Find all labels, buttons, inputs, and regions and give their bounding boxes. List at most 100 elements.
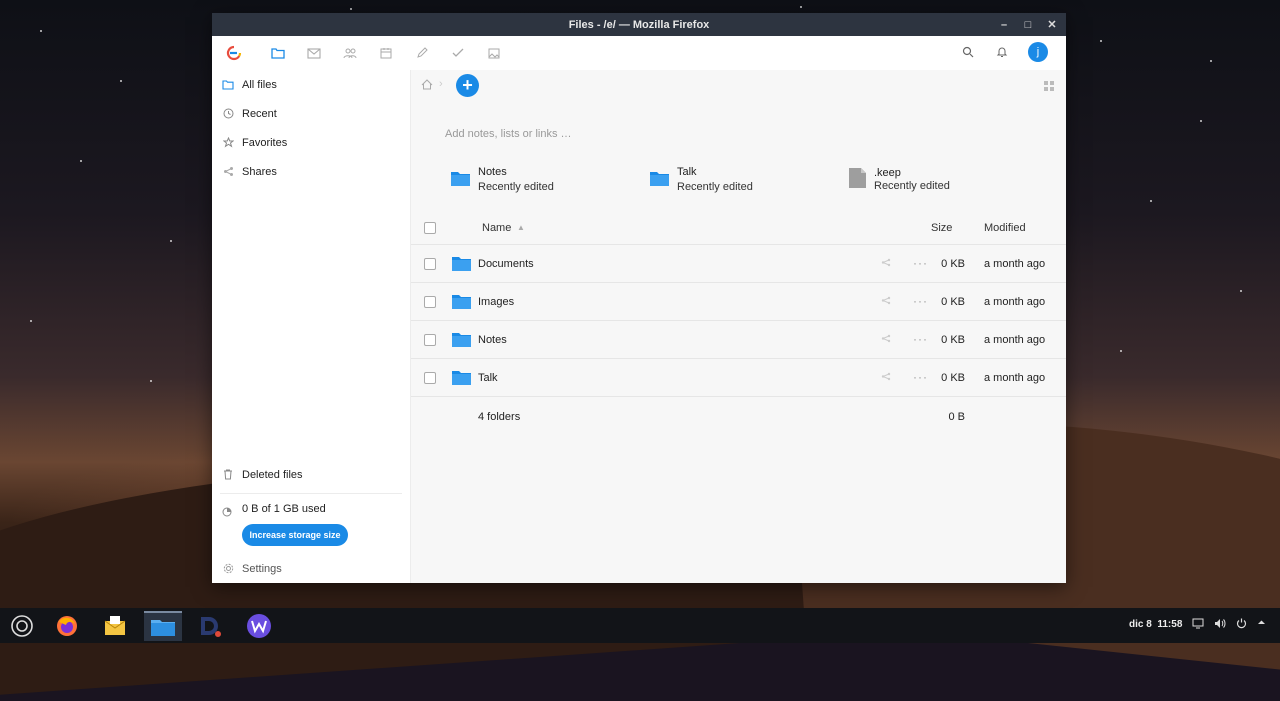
recent-item-talk[interactable]: Talk Recently edited — [650, 166, 849, 193]
recent-files: Notes Recently edited Talk Recently edit… — [451, 166, 1066, 193]
file-name[interactable]: Notes — [478, 334, 507, 346]
recent-item-keep[interactable]: .keep Recently edited — [849, 166, 1048, 193]
recent-item-name: Talk — [677, 166, 697, 178]
file-size: 0 KB — [941, 295, 965, 308]
table-row[interactable]: Notes ··· 0 KB a month ago — [411, 321, 1066, 359]
row-checkbox[interactable] — [424, 295, 436, 308]
user-avatar[interactable]: j — [1028, 42, 1048, 62]
system-clock[interactable]: dic 8 11:58 — [1129, 619, 1182, 630]
window-titlebar: Files - /e/ — Mozilla Firefox – □ ✕ — [212, 13, 1066, 36]
folder-icon — [452, 369, 471, 388]
row-checkbox[interactable] — [424, 371, 436, 384]
volume-icon[interactable] — [1214, 618, 1226, 632]
total-size: 0 B — [948, 411, 965, 423]
contacts-app-icon[interactable] — [342, 45, 358, 61]
sidebar-item-label: Deleted files — [242, 468, 303, 481]
display-icon[interactable] — [1192, 618, 1204, 632]
header-actions: j — [960, 42, 1048, 62]
recent-item-name: .keep — [874, 167, 901, 179]
increase-storage-button[interactable]: Increase storage size — [242, 524, 348, 546]
clock-icon — [222, 108, 234, 120]
calendar-app-icon[interactable] — [378, 45, 394, 61]
sidebar-item-recent[interactable]: Recent — [212, 99, 410, 128]
table-summary: 4 folders 0 B — [411, 397, 1066, 437]
close-button[interactable]: ✕ — [1046, 19, 1058, 31]
more-actions-icon[interactable]: ··· — [913, 332, 928, 346]
column-header-name[interactable]: Name — [482, 222, 511, 234]
share-icon[interactable] — [881, 372, 891, 384]
file-modified: a month ago — [984, 257, 1046, 270]
file-icon — [849, 168, 866, 191]
app-content: All files Recent Favorites Shares Delete… — [212, 70, 1066, 583]
select-all-checkbox[interactable] — [424, 222, 436, 234]
row-checkbox[interactable] — [424, 257, 436, 270]
sidebar-item-favorites[interactable]: Favorites — [212, 128, 410, 157]
maximize-button[interactable]: □ — [1022, 19, 1034, 31]
share-icon[interactable] — [881, 296, 891, 308]
home-icon[interactable] — [421, 79, 433, 93]
sidebar-item-deleted-files[interactable]: Deleted files — [212, 460, 410, 489]
folder-icon — [222, 79, 234, 91]
pie-chart-icon — [222, 506, 232, 520]
file-name[interactable]: Images — [478, 296, 514, 308]
sidebar-item-all-files[interactable]: All files — [212, 70, 410, 99]
clock-time: 11:58 — [1157, 619, 1183, 630]
search-icon[interactable] — [960, 44, 976, 60]
table-row[interactable]: Images ··· 0 KB a month ago — [411, 283, 1066, 321]
folder-icon — [451, 170, 470, 189]
tasks-app-icon[interactable] — [450, 45, 466, 61]
file-modified: a month ago — [984, 371, 1046, 384]
app-header: j — [212, 36, 1066, 71]
column-header-modified[interactable]: Modified — [984, 222, 1026, 234]
files-table: Name ▲ Size Modified Documents ··· 0 KB … — [411, 212, 1066, 437]
file-modified: a month ago — [984, 333, 1046, 346]
grid-view-icon[interactable] — [1044, 80, 1054, 94]
more-actions-icon[interactable]: ··· — [913, 256, 928, 270]
app-launcher-icon[interactable] — [7, 611, 37, 641]
system-tray — [1192, 618, 1266, 632]
breadcrumb: › + — [411, 70, 1066, 100]
more-actions-icon[interactable]: ··· — [913, 294, 928, 308]
rich-workspace-input[interactable]: Add notes, lists or links … — [445, 128, 572, 140]
writer-app-icon[interactable] — [244, 611, 274, 641]
dash-app-icon[interactable] — [195, 611, 225, 641]
e-logo-icon[interactable] — [226, 45, 242, 61]
taskbar: dic 8 11:58 — [0, 608, 1280, 643]
folder-count: 4 folders — [478, 411, 521, 423]
column-header-size[interactable]: Size — [931, 222, 952, 234]
share-icon[interactable] — [881, 334, 891, 346]
firefox-icon[interactable] — [52, 611, 82, 641]
folder-icon — [452, 331, 471, 350]
file-name[interactable]: Talk — [478, 372, 498, 384]
files-app-icon[interactable] — [270, 45, 286, 61]
files-taskbar-icon[interactable] — [144, 611, 182, 641]
more-actions-icon[interactable]: ··· — [913, 370, 928, 384]
minimize-button[interactable]: – — [998, 19, 1010, 31]
sidebar-item-label: Shares — [242, 165, 277, 178]
sidebar-item-settings[interactable]: Settings — [212, 554, 410, 583]
sidebar-divider — [220, 493, 402, 494]
notes-app-icon[interactable] — [414, 45, 430, 61]
file-name[interactable]: Documents — [478, 258, 534, 270]
row-checkbox[interactable] — [424, 333, 436, 346]
sidebar-item-shares[interactable]: Shares — [212, 157, 410, 186]
file-size: 0 KB — [941, 257, 965, 270]
gear-icon — [222, 563, 234, 575]
photos-app-icon[interactable] — [486, 45, 502, 61]
power-icon[interactable] — [1236, 618, 1247, 632]
chevron-up-icon[interactable] — [1257, 618, 1266, 632]
notifications-bell-icon[interactable] — [994, 44, 1010, 60]
trash-icon — [222, 469, 234, 481]
share-icon[interactable] — [881, 258, 891, 270]
recent-item-subtitle: Recently edited — [874, 180, 950, 192]
mail-client-icon[interactable] — [100, 611, 130, 641]
quota-text: 0 B of 1 GB used — [242, 503, 326, 515]
recent-item-notes[interactable]: Notes Recently edited — [451, 166, 650, 193]
add-new-button[interactable]: + — [456, 74, 479, 97]
storage-quota: 0 B of 1 GB used Increase storage size — [212, 498, 410, 546]
table-row[interactable]: Talk ··· 0 KB a month ago — [411, 359, 1066, 397]
table-row[interactable]: Documents ··· 0 KB a month ago — [411, 245, 1066, 283]
recent-item-subtitle: Recently edited — [677, 181, 753, 193]
sidebar-footer: Deleted files 0 B of 1 GB used Increase … — [212, 460, 410, 583]
mail-app-icon[interactable] — [306, 45, 322, 61]
